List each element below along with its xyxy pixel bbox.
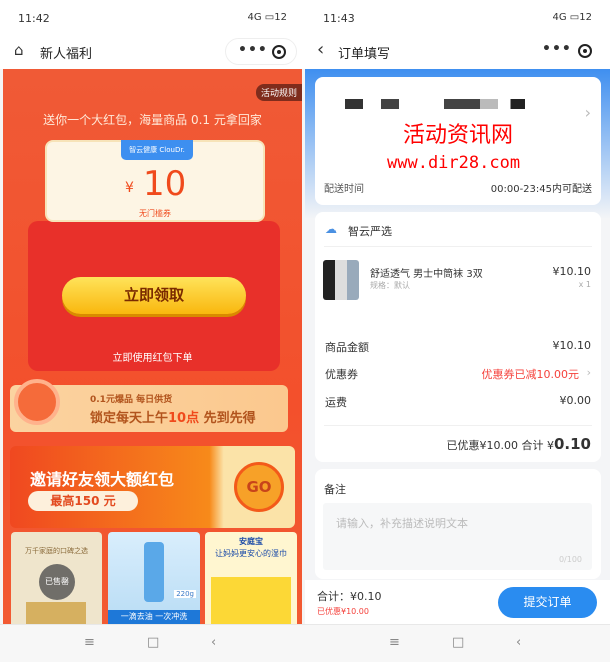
- divider: [324, 246, 592, 247]
- product-thumbnail[interactable]: [323, 260, 359, 300]
- char-counter: 0/100: [558, 555, 582, 564]
- mini-program-capsule: •••: [225, 38, 297, 65]
- product-image: [144, 542, 164, 602]
- status-time: 11:43: [323, 12, 355, 25]
- chevron-right-icon: ›: [586, 366, 591, 379]
- status-time: 11:42: [18, 12, 50, 25]
- more-icon[interactable]: •••: [238, 42, 268, 58]
- coupon-card: 智云健康 ClouDr. ¥ 10 无门槛券: [45, 140, 265, 222]
- remark-placeholder: 请输入，补充描述说明文本: [336, 517, 468, 530]
- item-spec: 规格：默认: [370, 281, 410, 290]
- close-mini-icon[interactable]: [272, 45, 286, 59]
- menu-icon[interactable]: ≡: [389, 635, 400, 650]
- currency: ¥: [125, 180, 134, 196]
- alarm-clock-icon: [14, 379, 60, 425]
- product-image: [211, 577, 291, 624]
- item-price: ¥10.10: [552, 265, 592, 278]
- remark-card: 备注 请输入，补充描述说明文本 0/100: [315, 469, 601, 579]
- order-card: ☁ 智云严选 舒适透气 男士中筒袜 3双 规格：默认 ¥10.10 x 1 商品…: [315, 212, 601, 462]
- system-nav-bar: ≡ □ ‹: [305, 624, 610, 662]
- left-screen: 11:42 4G ▭12 ⌂ 新人福利 ••• 活动规则 送你一个大红包，海量商…: [0, 0, 305, 662]
- footer-bar: 合计：¥0.10 已优惠¥10.00 提交订单: [305, 580, 610, 625]
- cloud-icon: ☁: [325, 222, 337, 236]
- home-icon[interactable]: ⌂: [14, 41, 24, 59]
- back-icon[interactable]: ‹: [211, 635, 216, 650]
- redacted-address: [345, 99, 525, 109]
- nav-bar: ‹ 订单填写 •••: [305, 34, 610, 69]
- invite-title: 邀请好友领大额红包: [30, 470, 175, 489]
- product-tag: 220g: [174, 590, 196, 598]
- item-qty: x 1: [578, 280, 591, 289]
- product-caption: 让妈妈更安心的湿巾: [215, 549, 287, 558]
- remark-input[interactable]: 请输入，补充描述说明文本 0/100: [323, 503, 592, 570]
- fee-row-subtotal: 商品金额 ¥10.10: [325, 339, 591, 354]
- back-icon[interactable]: ‹: [516, 635, 521, 650]
- claim-button[interactable]: 立即领取: [62, 277, 246, 314]
- invite-sub: 最高150 元: [28, 491, 138, 511]
- store-name: 智云严选: [348, 225, 392, 238]
- chevron-right-icon: ›: [584, 103, 591, 122]
- menu-icon[interactable]: ≡: [84, 635, 95, 650]
- address-card[interactable]: › 活动资讯网 www.dir28.com 配送时间 00:00-23:45内可…: [315, 77, 601, 205]
- product-caption: 万千家庭的口碑之选: [25, 547, 88, 555]
- page-title: 订单填写: [338, 47, 391, 62]
- mini-program-capsule: •••: [530, 38, 602, 65]
- product-tile[interactable]: 220g 一滴去油 一次冲洗: [108, 532, 200, 624]
- product-brand: 安庭宝: [239, 537, 263, 546]
- status-signal: 4G ▭12: [247, 12, 288, 23]
- product-tile[interactable]: 万千家庭的口碑之选 已售罄: [11, 532, 102, 624]
- go-button[interactable]: GO: [234, 462, 284, 512]
- delivery-label: 配送时间: [324, 184, 364, 195]
- page-title: 新人福利: [40, 47, 93, 62]
- home-square-icon[interactable]: □: [452, 635, 464, 650]
- order-summary: 已优惠¥10.00 合计 ¥0.10: [446, 435, 591, 453]
- nav-bar: ⌂ 新人福利 •••: [0, 34, 305, 69]
- promo-area: 活动规则 送你一个大红包，海量商品 0.1 元拿回家 智云健康 ClouDr. …: [3, 69, 302, 624]
- status-bar: 11:43 4G ▭12: [305, 0, 610, 34]
- fee-row-shipping: 运费 ¥0.00: [325, 394, 591, 409]
- sold-out-badge: 已售罄: [39, 564, 75, 600]
- daily-line2: 锁定每天上午10点 先到先得: [90, 411, 256, 426]
- daily-banner[interactable]: 0.1元爆品 每日供货 锁定每天上午10点 先到先得: [10, 379, 288, 432]
- status-signal: 4G ▭12: [552, 12, 593, 23]
- daily-line1: 0.1元爆品 每日供货: [90, 395, 173, 405]
- use-hint: 立即使用红包下单: [112, 353, 193, 364]
- fee-row-coupon[interactable]: 优惠券 优惠券已减10.00元 ›: [325, 366, 591, 382]
- product-image: [26, 602, 86, 624]
- more-icon[interactable]: •••: [542, 41, 572, 57]
- right-screen: 11:43 4G ▭12 ‹ 订单填写 ••• › 活动资讯网 www.dir2…: [305, 0, 610, 662]
- rules-button[interactable]: 活动规则: [255, 84, 302, 101]
- brand-badge: 智云健康 ClouDr.: [121, 140, 193, 160]
- headline: 送你一个大红包，海量商品 0.1 元拿回家: [43, 113, 262, 127]
- home-square-icon[interactable]: □: [147, 635, 159, 650]
- delivery-value: 00:00-23:45内可配送: [490, 184, 592, 195]
- divider: [324, 425, 592, 426]
- system-nav-bar: ≡ □ ‹: [0, 624, 305, 662]
- product-caption: 一滴去油 一次冲洗: [108, 610, 200, 624]
- back-arrow-icon[interactable]: ‹: [317, 39, 324, 60]
- footer-total: 合计：¥0.10: [317, 590, 382, 603]
- remark-label: 备注: [324, 483, 346, 496]
- coupon-amount: 10: [143, 164, 187, 204]
- close-mini-icon[interactable]: [578, 44, 592, 58]
- status-bar: 11:42 4G ▭12: [0, 0, 305, 34]
- watermark-title: 活动资讯网: [403, 123, 514, 148]
- product-tile[interactable]: 安庭宝 让妈妈更安心的湿巾: [205, 532, 297, 624]
- submit-order-button[interactable]: 提交订单: [498, 587, 597, 618]
- coupon-desc: 无门槛券: [139, 209, 171, 218]
- item-name: 舒适透气 男士中筒袜 3双: [370, 269, 483, 280]
- footer-discount: 已优惠¥10.00: [317, 607, 369, 616]
- watermark-url: www.dir28.com: [387, 153, 521, 173]
- invite-banner[interactable]: 邀请好友领大额红包 最高150 元 GO: [10, 446, 295, 528]
